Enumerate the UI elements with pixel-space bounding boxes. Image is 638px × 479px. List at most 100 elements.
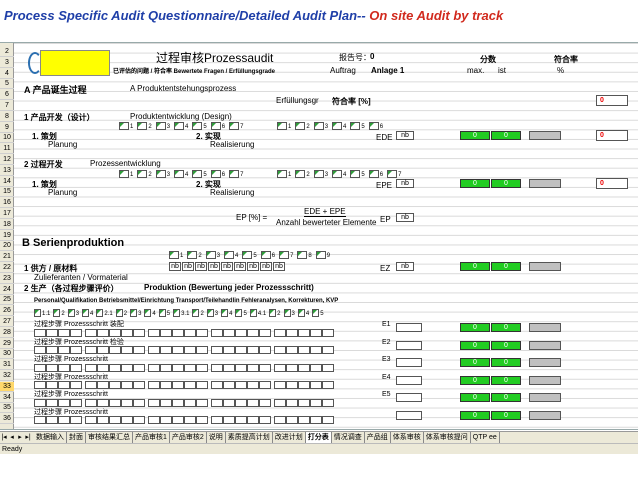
row-header[interactable]: 2 <box>0 47 14 57</box>
score-cell[interactable] <box>58 416 70 425</box>
row-header[interactable]: 28 <box>0 328 14 338</box>
score-cell[interactable] <box>133 363 145 372</box>
epe-pct-cell[interactable] <box>529 179 561 188</box>
score-cell[interactable] <box>46 416 58 425</box>
row-header[interactable]: 34 <box>0 393 14 403</box>
score-cell[interactable] <box>223 346 235 355</box>
last-sheet-icon[interactable]: ▸| <box>24 432 32 443</box>
score-cell[interactable] <box>184 381 196 390</box>
checkbox[interactable] <box>210 169 221 178</box>
checkbox[interactable] <box>210 121 221 130</box>
score-cell[interactable] <box>247 363 259 372</box>
score-cell[interactable] <box>160 416 172 425</box>
step-pct-cell[interactable] <box>529 340 561 350</box>
score-cell[interactable] <box>322 381 334 390</box>
score-cell[interactable] <box>247 381 259 390</box>
score-cell[interactable] <box>235 346 247 355</box>
checkbox[interactable] <box>221 308 229 317</box>
score-cell[interactable] <box>211 416 223 425</box>
checkbox[interactable] <box>155 169 166 178</box>
checkbox[interactable] <box>155 121 166 130</box>
score-cell[interactable] <box>298 416 310 425</box>
score-cell[interactable] <box>121 398 133 407</box>
row-header[interactable]: 6 <box>0 90 14 101</box>
checkbox[interactable] <box>187 250 198 259</box>
checkbox[interactable] <box>192 308 200 317</box>
step-result-box[interactable] <box>396 410 422 420</box>
production-checks[interactable]: 1.1 2 3 4 2.1 2 3 4 5 3.1 2 3 4 5 4.1 2 3 4 5 <box>34 308 327 317</box>
score-cell[interactable] <box>298 381 310 390</box>
score-cell[interactable] <box>121 416 133 425</box>
score-cell[interactable] <box>223 328 235 337</box>
step-max-cell[interactable]: 0 <box>460 393 490 402</box>
score-cell[interactable] <box>286 328 298 337</box>
score-cell[interactable] <box>184 416 196 425</box>
step-result-box[interactable] <box>396 323 422 332</box>
sheet-tab[interactable]: 体系审核 <box>391 432 424 443</box>
step-max-cell[interactable]: 0 <box>460 358 490 367</box>
epe-max-cell[interactable]: 0 <box>460 179 490 188</box>
checkbox[interactable] <box>67 308 75 317</box>
score-cell[interactable] <box>235 381 247 390</box>
step-result-box[interactable] <box>396 393 422 402</box>
checkbox[interactable] <box>53 308 61 317</box>
pd-plan-checks[interactable]: 1 2 3 4 5 6 7 <box>119 121 247 130</box>
score-cell[interactable] <box>160 363 172 372</box>
score-cell[interactable] <box>121 346 133 355</box>
checkbox[interactable] <box>229 121 240 130</box>
step-max-cell[interactable]: 0 <box>460 375 490 385</box>
score-cell[interactable] <box>211 328 223 337</box>
score-cell[interactable] <box>148 381 160 390</box>
score-cell[interactable] <box>310 416 322 425</box>
score-cell[interactable] <box>133 381 145 390</box>
step-result-box[interactable] <box>396 340 422 350</box>
score-cell[interactable] <box>274 328 286 337</box>
score-cell[interactable] <box>34 416 46 425</box>
row-header[interactable]: 16 <box>0 198 14 209</box>
score-cell[interactable] <box>310 381 322 390</box>
checkbox[interactable] <box>295 121 306 130</box>
step-max-cell[interactable]: 0 <box>460 410 490 420</box>
row-header[interactable]: 23 <box>0 274 14 284</box>
score-cell[interactable] <box>274 381 286 390</box>
checkbox[interactable] <box>260 250 271 259</box>
score-cell[interactable] <box>259 328 271 337</box>
score-cell[interactable] <box>322 363 334 372</box>
step-pct-cell[interactable] <box>529 323 561 332</box>
checkbox[interactable] <box>332 121 343 130</box>
row-header[interactable]: 27 <box>0 317 14 327</box>
checkbox[interactable] <box>269 308 277 317</box>
checkbox[interactable] <box>96 308 104 317</box>
score-cell[interactable] <box>211 381 223 390</box>
ede-max-cell[interactable]: 0 <box>460 131 490 140</box>
step-result-box[interactable] <box>396 375 422 385</box>
row-header[interactable]: 29 <box>0 339 14 349</box>
score-cell[interactable] <box>286 363 298 372</box>
checkbox[interactable] <box>297 250 308 259</box>
score-cell[interactable] <box>70 416 82 425</box>
checkbox[interactable] <box>295 169 306 178</box>
checkbox[interactable] <box>249 308 257 317</box>
score-cell[interactable] <box>235 363 247 372</box>
checkbox[interactable] <box>279 250 290 259</box>
step-ist-cell[interactable]: 0 <box>491 358 521 367</box>
checkbox[interactable] <box>82 308 90 317</box>
row-header[interactable]: 25 <box>0 295 14 306</box>
score-cell[interactable] <box>148 363 160 372</box>
score-cell[interactable] <box>109 398 121 407</box>
checkbox[interactable] <box>144 308 152 317</box>
row-header[interactable]: 11 <box>0 144 14 155</box>
checkbox[interactable] <box>115 308 123 317</box>
sheet-tab[interactable]: 产品组 <box>365 432 391 443</box>
checkbox[interactable] <box>130 308 138 317</box>
checkbox[interactable] <box>350 121 361 130</box>
score-cell[interactable] <box>97 416 109 425</box>
sheet-tab[interactable]: 说明 <box>207 432 226 443</box>
score-cell[interactable] <box>247 328 259 337</box>
score-cell[interactable] <box>298 363 310 372</box>
checkbox[interactable] <box>242 250 253 259</box>
score-cell[interactable] <box>109 416 121 425</box>
step-ist-cell[interactable]: 0 <box>491 410 521 420</box>
checkbox[interactable] <box>368 169 379 178</box>
score-cell[interactable] <box>259 381 271 390</box>
